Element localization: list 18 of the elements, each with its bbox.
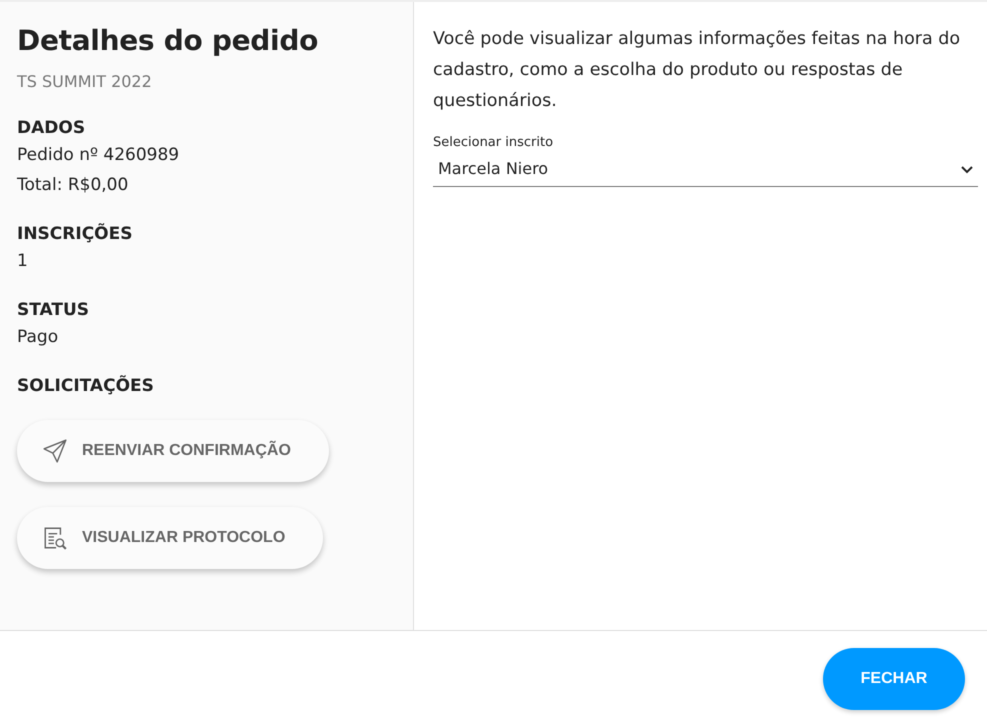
action-button[interactable]: REENVIAR CONFIRMAÇÃO: [17, 420, 329, 482]
order-title: Detalhes do pedido: [17, 23, 320, 59]
section-heading: DADOS: [17, 117, 86, 140]
section-heading: SOLICITAÇÕES: [17, 374, 155, 398]
paper-plane-icon: [42, 438, 68, 464]
document-search-icon: [42, 525, 68, 551]
description-text: Você pode visualizar algumas informações feitas na hora do cadastro, como a escolha do produto ou respostas de questionários.: [433, 28, 962, 113]
section-heading: STATUS: [17, 299, 90, 322]
close-button[interactable]: FECHAR: [823, 648, 965, 710]
section-value: Pedido nº 4260989: [17, 144, 180, 167]
event-name: TS SUMMIT 2022: [17, 71, 153, 93]
field-label: Selecionar inscrito: [433, 134, 554, 152]
section-value: 1: [17, 250, 29, 273]
section-value: Pago: [17, 326, 60, 349]
section-value: Total: R$0,00: [17, 174, 130, 197]
subscriber-select[interactable]: Marcela Niero: [433, 152, 978, 186]
section-heading: INSCRIÇÕES: [17, 222, 134, 246]
action-button[interactable]: VISUALIZAR PROTOCOLO: [17, 507, 324, 569]
